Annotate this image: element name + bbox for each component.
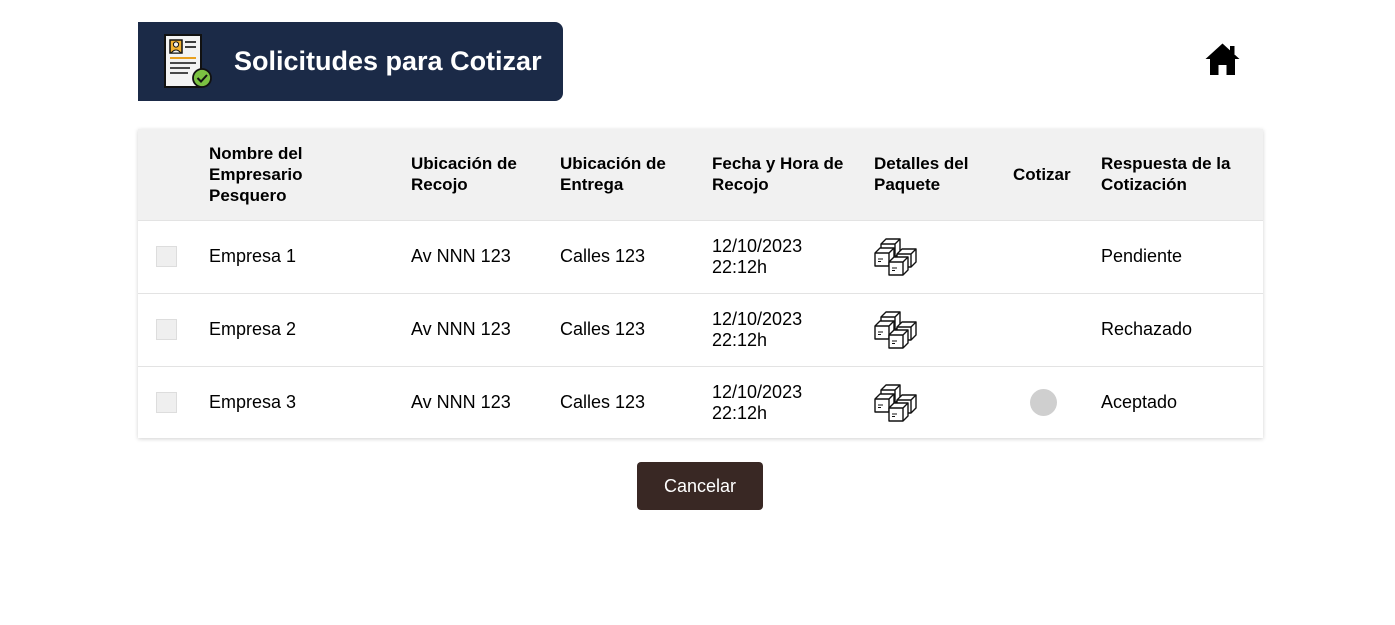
page-title: Solicitudes para Cotizar (234, 46, 542, 76)
requests-table: Nombre del Empresario Pesquero Ubicación… (138, 129, 1263, 438)
cotizar-button[interactable] (1030, 389, 1057, 417)
row-select-checkbox[interactable] (156, 392, 177, 414)
cotizar-cell (1013, 293, 1101, 366)
table-row: Empresa 1 Av NNN 123 Calles 123 12/10/20… (138, 220, 1263, 293)
entrega-cell: Calles 123 (560, 246, 646, 266)
cotizar-cell (1013, 220, 1101, 293)
packages-icon[interactable] (874, 384, 920, 422)
empresa-cell: Empresa 1 (209, 246, 297, 266)
column-header-select (138, 129, 209, 220)
cancel-button[interactable]: Cancelar (637, 462, 763, 510)
hora-text: 22:12h (712, 256, 768, 277)
fecha-text: 12/10/2023 (712, 308, 803, 329)
fecha-text: 12/10/2023 (712, 381, 803, 402)
column-header-respuesta: Respuesta de la Cotización (1101, 154, 1231, 195)
respuesta-cell: Rechazado (1101, 319, 1193, 339)
respuesta-cell: Aceptado (1101, 392, 1178, 413)
fecha-hora-cell: 12/10/2023 22:12h (712, 366, 874, 439)
home-icon[interactable] (1204, 42, 1241, 76)
fecha-text: 12/10/2023 (712, 235, 803, 256)
respuesta-cell: Pendiente (1101, 246, 1183, 266)
row-select-checkbox[interactable] (156, 319, 177, 340)
entrega-cell: Calles 123 (560, 392, 646, 413)
column-header-fecha-hora: Fecha y Hora de Recojo (712, 154, 844, 195)
column-header-recojo: Ubicación de Recojo (411, 154, 517, 195)
recojo-cell: Av NNN 123 (411, 319, 511, 339)
column-header-empresario: Nombre del Empresario Pesquero (209, 143, 303, 205)
table-header-row: Nombre del Empresario Pesquero Ubicación… (138, 129, 1263, 220)
empresa-cell: Empresa 2 (209, 319, 297, 339)
recojo-cell: Av NNN 123 (411, 246, 511, 266)
page-header: Solicitudes para Cotizar (138, 22, 563, 101)
fecha-hora-cell: 12/10/2023 22:12h (712, 220, 874, 293)
packages-icon[interactable] (874, 310, 920, 349)
entrega-cell: Calles 123 (560, 319, 646, 339)
column-header-entrega: Ubicación de Entrega (560, 154, 666, 195)
table-row: Empresa 2 Av NNN 123 Calles 123 12/10/20… (138, 293, 1263, 366)
quote-document-icon (164, 34, 212, 88)
column-header-cotizar: Cotizar (1013, 164, 1071, 184)
table-row: Empresa 3 Av NNN 123 Calles 123 12/10/20… (138, 366, 1263, 439)
recojo-cell: Av NNN 123 (411, 392, 511, 413)
row-select-checkbox[interactable] (156, 246, 177, 267)
column-header-detalles: Detalles del Paquete (874, 154, 969, 195)
cotizar-cell (1013, 366, 1101, 439)
hora-text: 22:12h (712, 329, 768, 350)
hora-text: 22:12h (712, 402, 768, 423)
fecha-hora-cell: 12/10/2023 22:12h (712, 293, 874, 366)
packages-icon[interactable] (874, 237, 920, 276)
empresa-cell: Empresa 3 (209, 392, 297, 413)
